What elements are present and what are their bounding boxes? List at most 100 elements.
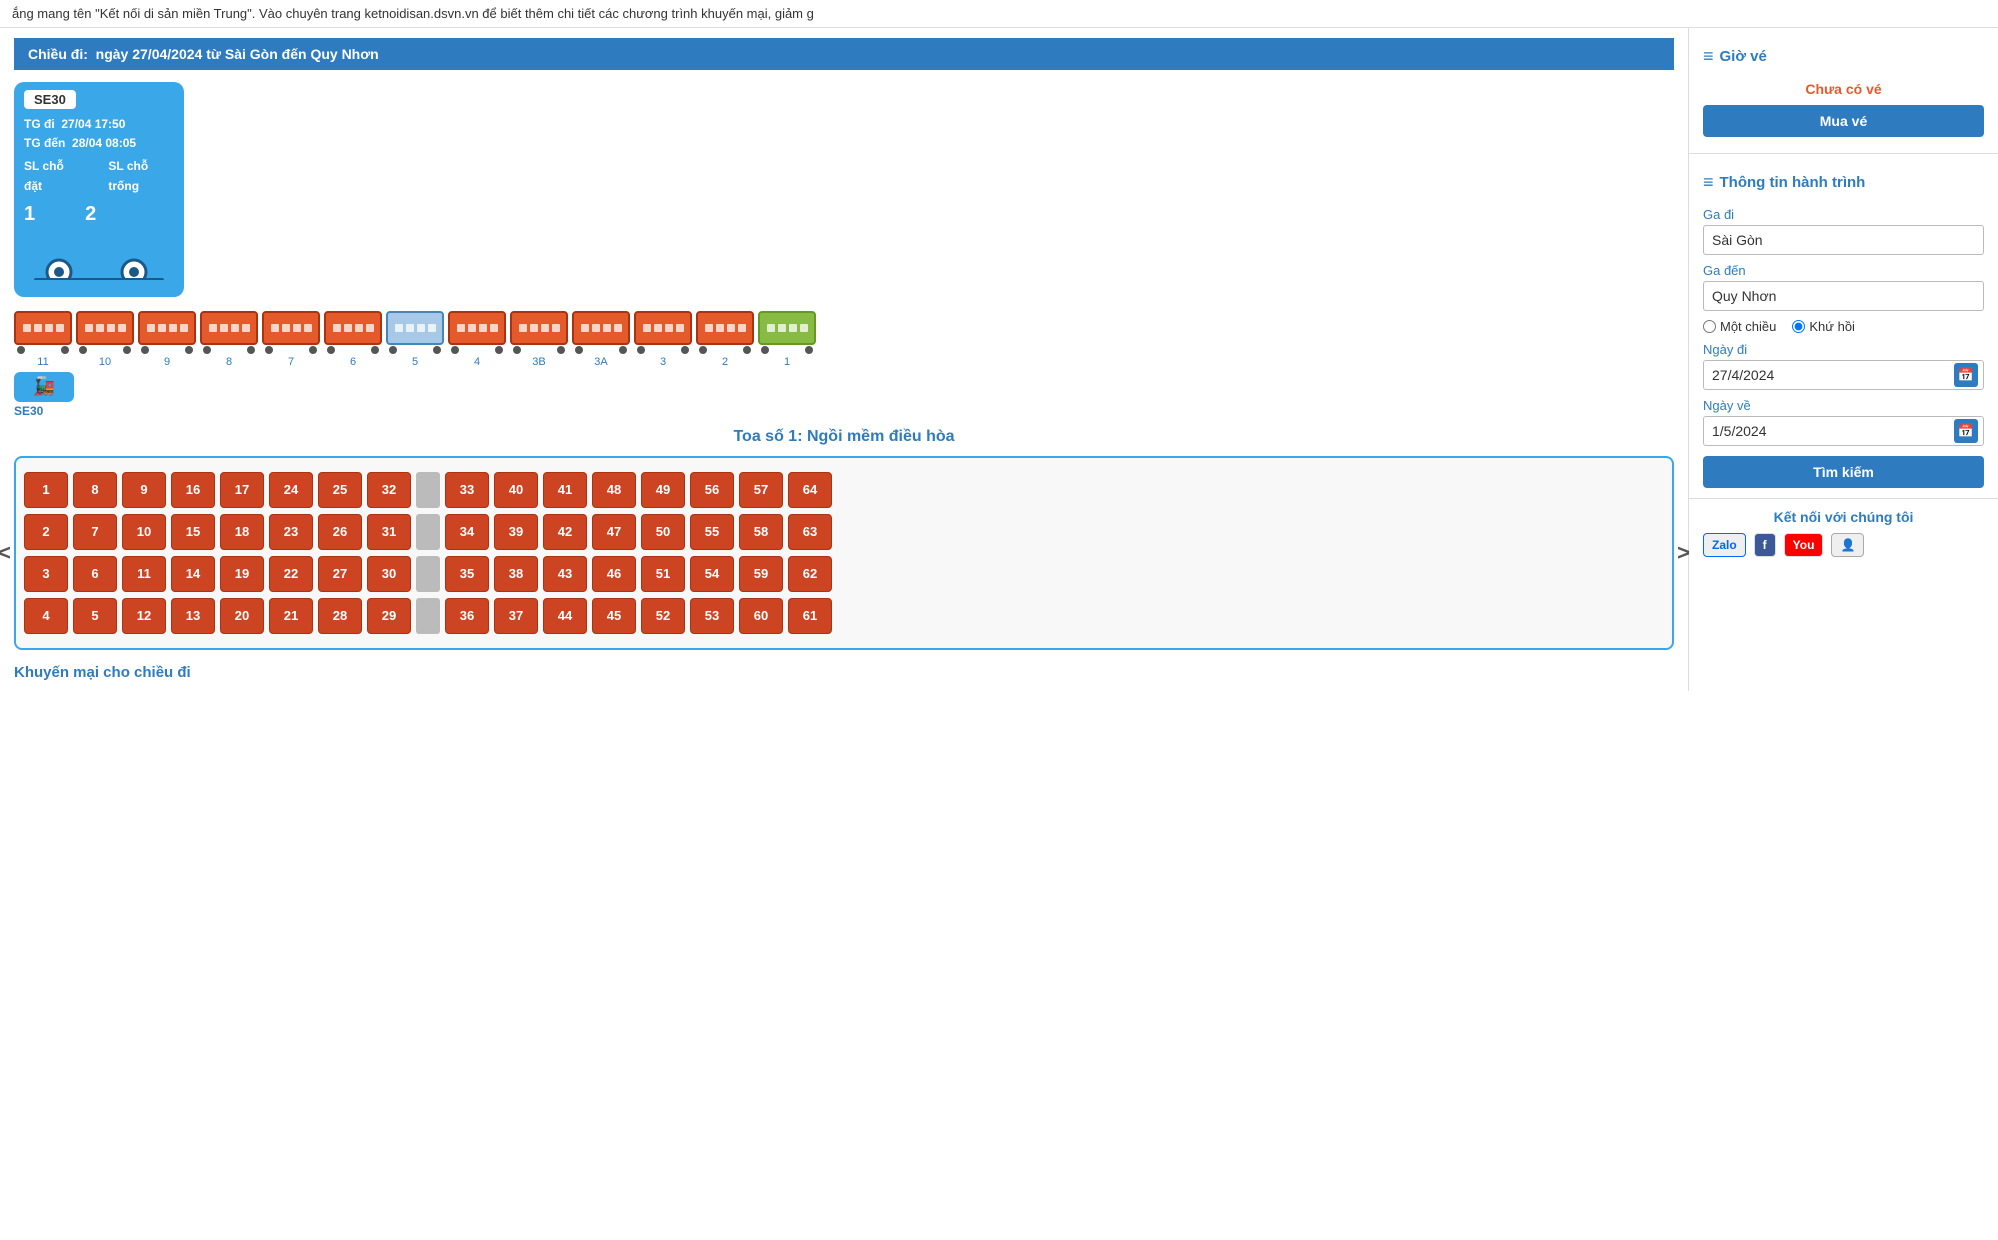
seat-4[interactable]: 4	[24, 598, 68, 634]
seat-35[interactable]: 35	[445, 556, 489, 592]
seat-24[interactable]: 24	[269, 472, 313, 508]
seat-26[interactable]: 26	[318, 514, 362, 550]
wagon-item-3[interactable]: 3	[634, 311, 692, 368]
buy-ticket-button[interactable]: Mua vé	[1703, 105, 1984, 137]
seat-27[interactable]: 27	[318, 556, 362, 592]
seat-37[interactable]: 37	[494, 598, 538, 634]
seat-13[interactable]: 13	[171, 598, 215, 634]
seat-57[interactable]: 57	[739, 472, 783, 508]
seat-59[interactable]: 59	[739, 556, 783, 592]
seat-8[interactable]: 8	[73, 472, 117, 508]
round-trip-radio[interactable]	[1792, 320, 1805, 333]
seat-14[interactable]: 14	[171, 556, 215, 592]
round-trip-option[interactable]: Khứ hồi	[1792, 319, 1855, 334]
seat-17[interactable]: 17	[220, 472, 264, 508]
seat-54[interactable]: 54	[690, 556, 734, 592]
wagon-item-5[interactable]: 5	[386, 311, 444, 368]
seat-56[interactable]: 56	[690, 472, 734, 508]
wagon-item-8[interactable]: 8	[200, 311, 258, 368]
seat-48[interactable]: 48	[592, 472, 636, 508]
seat-row-2: 27101518232631 3439424750555863	[24, 514, 1664, 550]
seat-nav-next-button[interactable]: >	[1673, 536, 1694, 570]
seat-9[interactable]: 9	[122, 472, 166, 508]
one-way-option[interactable]: Một chiều	[1703, 319, 1776, 334]
seat-7[interactable]: 7	[73, 514, 117, 550]
seat-19[interactable]: 19	[220, 556, 264, 592]
seat-45[interactable]: 45	[592, 598, 636, 634]
seat-3[interactable]: 3	[24, 556, 68, 592]
seat-38[interactable]: 38	[494, 556, 538, 592]
seat-53[interactable]: 53	[690, 598, 734, 634]
seat-55[interactable]: 55	[690, 514, 734, 550]
seat-47[interactable]: 47	[592, 514, 636, 550]
wagon-item-4[interactable]: 4	[448, 311, 506, 368]
wagon-item-3B[interactable]: 3B	[510, 311, 568, 368]
seat-51[interactable]: 51	[641, 556, 685, 592]
direction-detail: ngày 27/04/2024 từ Sài Gòn đến Quy Nhơn	[96, 46, 379, 62]
seat-36[interactable]: 36	[445, 598, 489, 634]
seat-49[interactable]: 49	[641, 472, 685, 508]
ngay-di-calendar-icon[interactable]: 📅	[1954, 363, 1978, 387]
ngay-ve-input[interactable]	[1703, 416, 1984, 446]
seat-nav-prev-button[interactable]: <	[0, 536, 15, 570]
wagon-label-3A: 3A	[594, 356, 607, 368]
seat-6[interactable]: 6	[73, 556, 117, 592]
seat-2[interactable]: 2	[24, 514, 68, 550]
seat-46[interactable]: 46	[592, 556, 636, 592]
seat-21[interactable]: 21	[269, 598, 313, 634]
seat-60[interactable]: 60	[739, 598, 783, 634]
seat-11[interactable]: 11	[122, 556, 166, 592]
seat-18[interactable]: 18	[220, 514, 264, 550]
seat-52[interactable]: 52	[641, 598, 685, 634]
wagon-item-9[interactable]: 9	[138, 311, 196, 368]
ngay-ve-calendar-icon[interactable]: 📅	[1954, 419, 1978, 443]
facebook-button[interactable]: f	[1754, 533, 1776, 557]
search-button[interactable]: Tìm kiếm	[1703, 456, 1984, 488]
small-train-icon[interactable]: 🚂	[14, 372, 74, 402]
seat-23[interactable]: 23	[269, 514, 313, 550]
seat-20[interactable]: 20	[220, 598, 264, 634]
seat-5[interactable]: 5	[73, 598, 117, 634]
zalo-button[interactable]: Zalo	[1703, 533, 1746, 557]
seat-40[interactable]: 40	[494, 472, 538, 508]
seat-16[interactable]: 16	[171, 472, 215, 508]
seat-43[interactable]: 43	[543, 556, 587, 592]
seat-30[interactable]: 30	[367, 556, 411, 592]
wagon-item-6[interactable]: 6	[324, 311, 382, 368]
wagon-item-1[interactable]: 1	[758, 311, 816, 368]
wagon-label-4: 4	[474, 356, 480, 368]
seat-41[interactable]: 41	[543, 472, 587, 508]
ga-di-input[interactable]	[1703, 225, 1984, 255]
seat-50[interactable]: 50	[641, 514, 685, 550]
seat-42[interactable]: 42	[543, 514, 587, 550]
wagon-item-7[interactable]: 7	[262, 311, 320, 368]
seat-39[interactable]: 39	[494, 514, 538, 550]
seat-22[interactable]: 22	[269, 556, 313, 592]
seat-15[interactable]: 15	[171, 514, 215, 550]
seat-12[interactable]: 12	[122, 598, 166, 634]
seat-34[interactable]: 34	[445, 514, 489, 550]
wagon-item-2[interactable]: 2	[696, 311, 754, 368]
seat-61[interactable]: 61	[788, 598, 832, 634]
ga-den-input[interactable]	[1703, 281, 1984, 311]
seat-32[interactable]: 32	[367, 472, 411, 508]
seat-31[interactable]: 31	[367, 514, 411, 550]
seat-28[interactable]: 28	[318, 598, 362, 634]
seat-62[interactable]: 62	[788, 556, 832, 592]
seat-1[interactable]: 1	[24, 472, 68, 508]
seat-64[interactable]: 64	[788, 472, 832, 508]
youtube-button[interactable]: You	[1784, 533, 1824, 557]
ngay-di-input[interactable]	[1703, 360, 1984, 390]
one-way-radio[interactable]	[1703, 320, 1716, 333]
user-account-button[interactable]: 👤	[1831, 533, 1864, 557]
wagon-item-11[interactable]: 11	[14, 311, 72, 368]
seat-33[interactable]: 33	[445, 472, 489, 508]
seat-44[interactable]: 44	[543, 598, 587, 634]
seat-25[interactable]: 25	[318, 472, 362, 508]
seat-58[interactable]: 58	[739, 514, 783, 550]
wagon-item-3A[interactable]: 3A	[572, 311, 630, 368]
wagon-item-10[interactable]: 10	[76, 311, 134, 368]
seat-29[interactable]: 29	[367, 598, 411, 634]
seat-63[interactable]: 63	[788, 514, 832, 550]
seat-10[interactable]: 10	[122, 514, 166, 550]
